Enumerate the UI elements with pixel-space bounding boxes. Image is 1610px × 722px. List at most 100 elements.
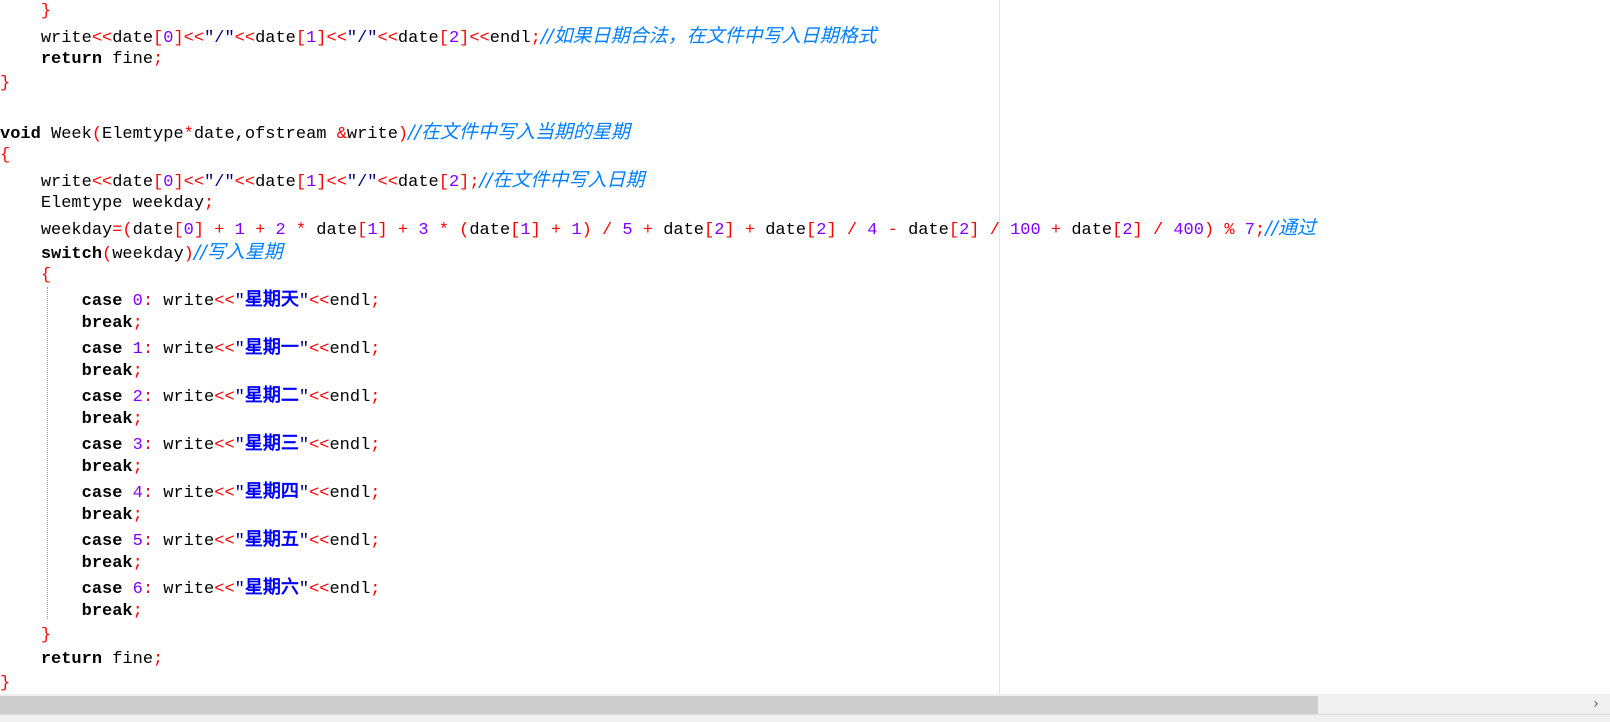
token: date (397, 29, 439, 48)
function-name: Week (40, 125, 92, 144)
token: ; (132, 602, 143, 621)
case-line: case 2: write<<"星期二"<<endl; (0, 384, 381, 408)
token: - (877, 221, 909, 240)
edge-column-line (999, 0, 1000, 694)
token: 6 (132, 580, 143, 599)
token: write (346, 125, 398, 144)
token: ] (173, 29, 184, 48)
token: 1 (306, 173, 317, 192)
keyword: break (81, 554, 133, 573)
token: ; (132, 362, 143, 381)
token: fine (102, 50, 154, 69)
code-line-7: write<<date[0]<<"/"<<date[1]<<"/"<<date[… (0, 168, 645, 192)
token: endl (489, 29, 531, 48)
token: date (132, 221, 174, 240)
token: ( (91, 125, 103, 144)
token: 1 (520, 221, 531, 240)
token: << (91, 173, 113, 192)
token: date (908, 221, 949, 240)
weekday-string: 星期四 (244, 481, 299, 502)
bottom-strip (0, 714, 1610, 722)
closing-brace: } (40, 626, 52, 645)
keyword: break (81, 362, 133, 381)
token: ; (370, 484, 381, 503)
token: ; (153, 50, 164, 69)
token: << (214, 580, 235, 599)
closing-brace: } (0, 74, 11, 93)
horizontal-scrollbar[interactable]: › (0, 694, 1610, 714)
token: << (309, 484, 330, 503)
token: 7 (1244, 221, 1255, 240)
token: << (326, 173, 347, 192)
break-line: break; (0, 360, 143, 384)
break-line: break; (0, 312, 143, 336)
token: fine (102, 650, 154, 669)
token: [ (153, 173, 164, 192)
keyword: break (81, 506, 133, 525)
token: " (234, 292, 245, 311)
token: << (469, 29, 490, 48)
token: << (309, 292, 330, 311)
token: 0 (163, 29, 174, 48)
token: 100 (1010, 221, 1041, 240)
token: [ (1112, 221, 1123, 240)
token: [ (704, 221, 715, 240)
token: 3 (132, 436, 143, 455)
token: ] (969, 221, 980, 240)
token: 400 (1173, 221, 1204, 240)
token: : (142, 580, 164, 599)
token: ; (370, 340, 381, 359)
token: " (298, 292, 310, 311)
token: write (163, 292, 215, 311)
token: "/" (346, 173, 378, 192)
token: 5 (622, 221, 633, 240)
token: date (765, 221, 807, 240)
token: " (298, 340, 310, 359)
scrollbar-thumb[interactable] (0, 696, 1318, 714)
weekday-string: 星期三 (244, 433, 299, 454)
token: =( (112, 221, 133, 240)
token: [ (153, 29, 164, 48)
token: << (214, 532, 235, 551)
code-editor[interactable]: } write<<date[0]<<"/"<<date[1]<<"/"<<dat… (0, 0, 1610, 694)
token: 1 (367, 221, 378, 240)
token: << (377, 173, 398, 192)
case-line: case 1: write<<"星期一"<<endl; (0, 336, 381, 360)
keyword: break (81, 602, 133, 621)
token: ; (370, 292, 381, 311)
keyword: void (0, 125, 41, 144)
token: " (234, 484, 245, 503)
token: date (112, 173, 154, 192)
token: ( (459, 221, 470, 240)
token: ] (724, 221, 735, 240)
code-comment: //在文件中写入日期 (479, 169, 645, 191)
keyword: case (81, 388, 123, 407)
token: write (163, 436, 215, 455)
token: << (183, 29, 205, 48)
code-line-2: write<<date[0]<<"/"<<date[1]<<"/"<<date[… (0, 24, 877, 48)
token: 2 (816, 221, 827, 240)
token: / (836, 221, 868, 240)
token: ; (370, 436, 381, 455)
break-line: break; (0, 504, 143, 528)
token: << (234, 173, 256, 192)
keyword: case (81, 340, 123, 359)
token: 2 (714, 221, 725, 240)
token: "/" (346, 29, 378, 48)
token: endl (329, 484, 371, 503)
token: ) (1203, 221, 1215, 240)
scroll-right-arrow-icon[interactable]: › (1588, 694, 1604, 714)
code-line-3: return fine; (0, 48, 163, 72)
token: 5 (132, 532, 143, 551)
token: + (387, 221, 419, 240)
token: ; (204, 194, 215, 213)
keyword: break (81, 458, 133, 477)
token: [ (806, 221, 817, 240)
token: [ (948, 221, 960, 240)
token: 2 (275, 221, 286, 240)
case-line: case 4: write<<"星期四"<<endl; (0, 480, 381, 504)
token: [ (510, 221, 521, 240)
token: ; (132, 314, 143, 333)
closing-brace: } (40, 2, 52, 21)
token: ; (370, 388, 381, 407)
